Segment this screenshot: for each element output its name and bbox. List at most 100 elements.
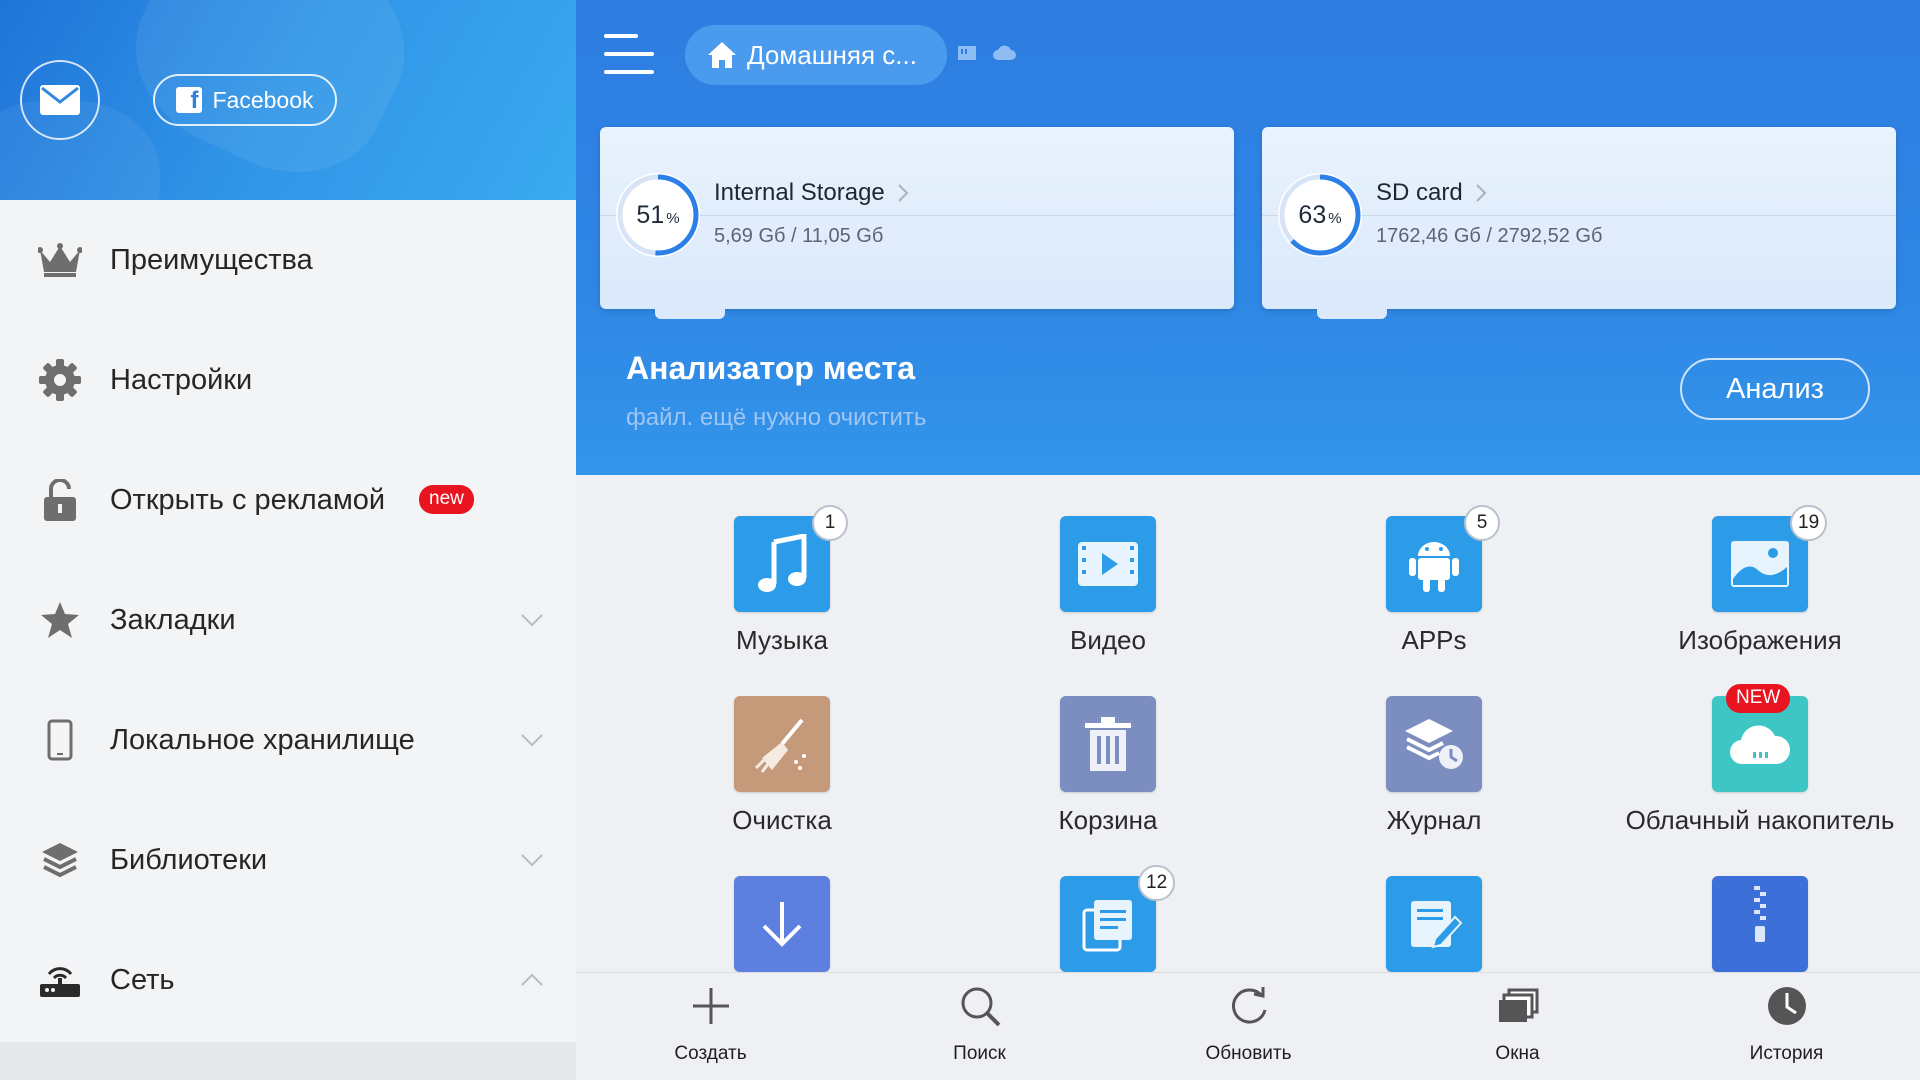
new-badge: NEW — [1726, 684, 1791, 713]
category-label: Очистка — [732, 805, 832, 835]
sidebar-item-label: Локальное хранилище — [110, 723, 415, 756]
refresh-icon — [1226, 983, 1272, 1029]
note-edit-icon — [1386, 876, 1482, 972]
category-trash[interactable]: Корзина — [936, 655, 1262, 835]
star-icon — [38, 598, 82, 642]
category-video[interactable]: Видео — [936, 475, 1262, 655]
chevron-right-icon — [898, 184, 909, 202]
sidebar-item-label: Сеть — [110, 963, 175, 996]
usage-ring: 51% — [612, 169, 704, 261]
phone-icon — [38, 718, 82, 762]
new-badge: new — [419, 485, 474, 514]
home-tab[interactable]: Домашняя с... — [685, 25, 947, 85]
count-badge: 12 — [1138, 865, 1176, 901]
broom-icon — [734, 696, 830, 792]
sidebar-menu: Преимущества Настройки Открыть с рекламо… — [0, 200, 576, 1040]
home-icon — [708, 42, 736, 68]
internal-storage-card[interactable]: 51% Internal Storage 5,69 Gб / 11,05 Gб — [600, 127, 1234, 319]
home-label: Домашняя с... — [747, 39, 917, 70]
sd-card-icon[interactable] — [956, 44, 978, 62]
count-badge: 5 — [1464, 505, 1500, 541]
bottom-toolbar: Создать Поиск Обновить Окна История — [576, 972, 1920, 1080]
plus-icon — [688, 983, 734, 1029]
facebook-label: Facebook — [212, 86, 314, 113]
count-badge: 19 — [1790, 505, 1828, 541]
menu-icon[interactable] — [604, 34, 654, 76]
category-grid: 1 Музыка Видео 5 APPs 19 Изображения Очи… — [576, 475, 1920, 972]
sidebar-item-libraries[interactable]: Библиотеки — [0, 800, 576, 920]
analyze-button[interactable]: Анализ — [1680, 358, 1870, 420]
facebook-icon: f — [176, 87, 203, 113]
gear-icon — [38, 358, 82, 402]
sidebar-item-label: Настройки — [110, 363, 253, 396]
storage-name: Internal Storage — [714, 179, 885, 206]
category-images[interactable]: 19 Изображения — [1588, 475, 1914, 655]
category-label: Корзина — [1058, 805, 1158, 835]
chevron-down-icon[interactable] — [518, 846, 546, 874]
usage-ring: 63% — [1274, 169, 1366, 261]
category-cleaner[interactable]: Очистка — [610, 655, 936, 835]
category-downloads[interactable] — [610, 835, 936, 972]
history-label: История — [1749, 1043, 1824, 1064]
category-label: Музыка — [736, 625, 828, 655]
sd-card-storage-card[interactable]: 63% SD card 1762,46 Gб / 2792,52 Gб — [1262, 127, 1896, 319]
search-button[interactable]: Поиск — [845, 973, 1114, 1080]
chevron-right-icon — [1475, 184, 1487, 202]
trash-icon — [1060, 696, 1156, 792]
chevron-up-icon[interactable] — [518, 966, 546, 994]
category-label: APPs — [1401, 625, 1467, 655]
sidebar-item-label: Преимущества — [110, 243, 313, 276]
chevron-down-icon[interactable] — [518, 726, 546, 754]
video-icon — [1060, 516, 1156, 612]
cloud-icon[interactable] — [992, 44, 1016, 62]
sidebar-item-open-with-ads[interactable]: Открыть с рекламой new — [0, 440, 576, 560]
sidebar-item-settings[interactable]: Настройки — [0, 320, 576, 440]
layers-icon — [38, 838, 82, 882]
history-button[interactable]: История — [1652, 973, 1920, 1080]
refresh-button[interactable]: Обновить — [1114, 973, 1383, 1080]
tab-indicators — [956, 44, 1016, 62]
category-documents[interactable]: 12 — [936, 835, 1262, 972]
facebook-button[interactable]: f Facebook — [153, 74, 337, 126]
create-button[interactable]: Создать — [576, 973, 845, 1080]
sidebar-header: f Facebook — [0, 0, 576, 200]
clock-icon — [1764, 983, 1810, 1029]
category-label: Изображения — [1678, 625, 1842, 655]
category-archives[interactable] — [1588, 835, 1914, 972]
chevron-down-icon[interactable] — [518, 606, 546, 634]
windows-button[interactable]: Окна — [1383, 973, 1652, 1080]
windows-label: Окна — [1495, 1043, 1540, 1064]
history-log-icon — [1386, 696, 1482, 792]
category-music[interactable]: 1 Музыка — [610, 475, 936, 655]
sidebar-item-network[interactable]: Сеть — [0, 920, 576, 1040]
main-panel: Домашняя с... 51% Internal Storage 5,69 … — [576, 0, 1920, 1080]
sidebar-item-premium[interactable]: Преимущества — [0, 200, 576, 320]
sidebar-item-label: Закладки — [110, 603, 236, 636]
category-notes[interactable] — [1262, 835, 1588, 972]
storage-usage: 5,69 Gб / 11,05 Gб — [714, 225, 884, 247]
analyzer-subtitle: файл. ещё нужно очистить — [626, 404, 927, 431]
storage-name: SD card — [1376, 179, 1463, 206]
create-label: Создать — [674, 1043, 747, 1064]
category-label: Журнал — [1386, 805, 1482, 835]
mail-button[interactable] — [20, 60, 100, 140]
usage-percent: 51 — [636, 200, 665, 229]
router-icon — [38, 958, 82, 1002]
mail-icon — [40, 85, 80, 115]
category-log[interactable]: Журнал — [1262, 655, 1588, 835]
category-cloud-drive[interactable]: Облачный накопитель — [1588, 655, 1914, 835]
zip-archive-icon — [1712, 876, 1808, 972]
category-apps[interactable]: 5 APPs — [1262, 475, 1588, 655]
header: Домашняя с... 51% Internal Storage 5,69 … — [576, 0, 1920, 475]
sidebar: f Facebook Преимущества Настройки Открыт… — [0, 0, 576, 1080]
sidebar-item-label: Библиотеки — [110, 843, 268, 876]
download-icon — [734, 876, 830, 972]
unlock-icon — [38, 478, 82, 522]
usage-percent: 63 — [1298, 200, 1327, 229]
storage-usage: 1762,46 Gб / 2792,52 Gб — [1376, 225, 1603, 247]
sidebar-item-local-storage[interactable]: Локальное хранилище — [0, 680, 576, 800]
sidebar-item-bookmarks[interactable]: Закладки — [0, 560, 576, 680]
refresh-label: Обновить — [1205, 1043, 1292, 1064]
search-label: Поиск — [953, 1043, 1006, 1064]
category-label: Облачный накопитель — [1625, 805, 1895, 835]
